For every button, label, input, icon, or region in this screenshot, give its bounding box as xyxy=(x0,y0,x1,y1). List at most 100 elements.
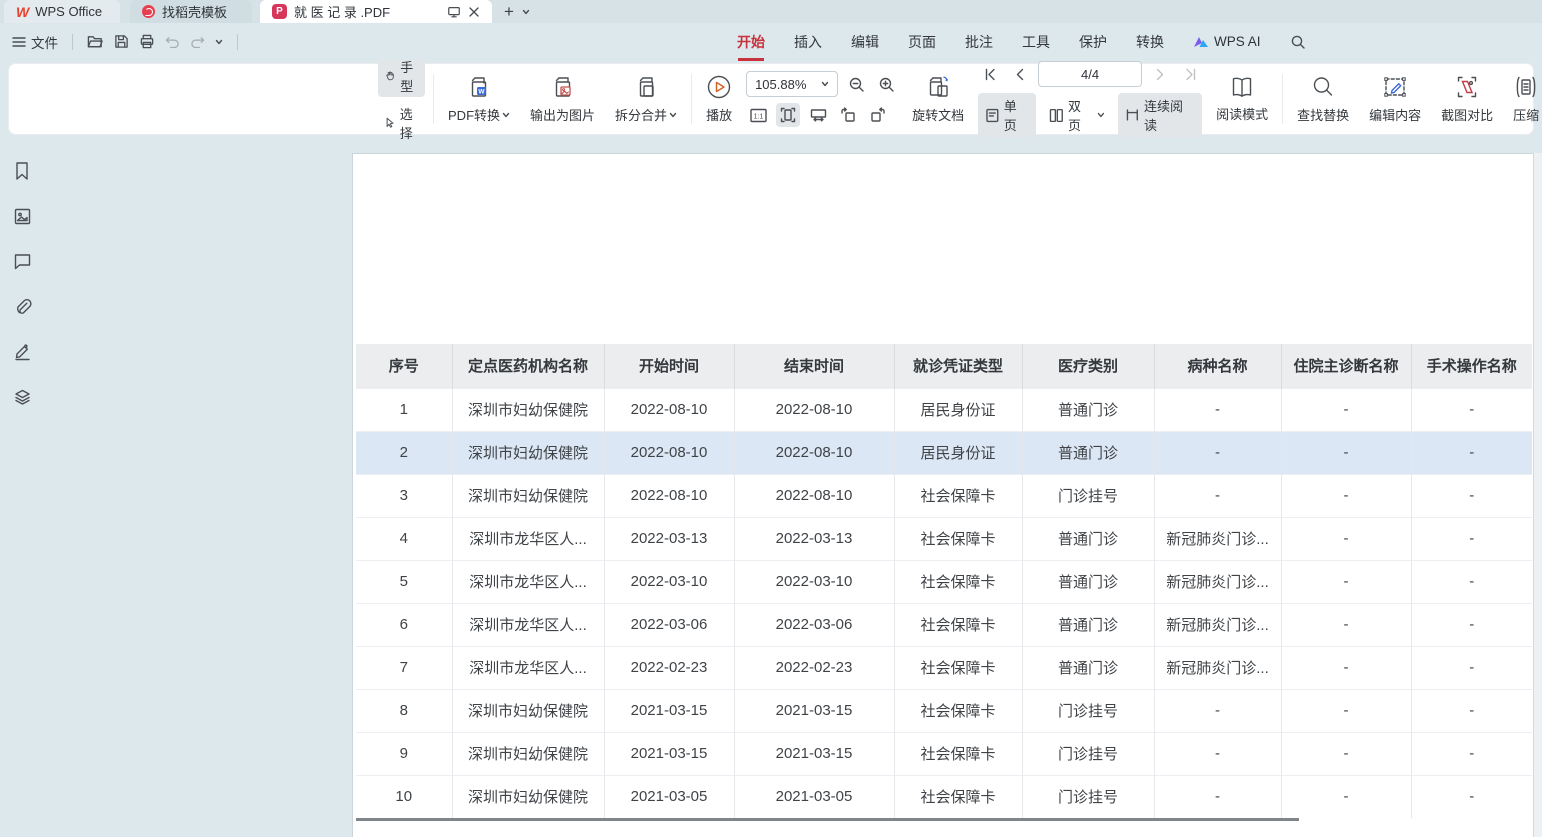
hand-icon xyxy=(385,68,395,83)
menu-bar: 文件 开始 插入 编辑 页面 批注 工具 保护 转换 WPS AI xyxy=(0,23,1542,60)
hand-tool-button[interactable]: 手型 xyxy=(378,55,425,97)
menu-item-tools[interactable]: 工具 xyxy=(1022,32,1050,52)
table-row: 5深圳市龙华区人...2022-03-102022-03-10社会保障卡普通门诊… xyxy=(356,560,1532,603)
rotate-right-button[interactable] xyxy=(866,103,890,127)
table-row: 7深圳市龙华区人...2022-02-232022-02-23社会保障卡普通门诊… xyxy=(356,646,1532,689)
tab-docer-templates[interactable]: 找稻壳模板 xyxy=(130,0,252,23)
table-cell: - xyxy=(1281,388,1411,431)
find-replace-button[interactable]: 查找替换 xyxy=(1291,70,1355,128)
table-cell: - xyxy=(1281,732,1411,775)
table-cell: 7 xyxy=(356,646,452,689)
undo-icon[interactable] xyxy=(165,35,180,48)
table-cell: 门诊挂号 xyxy=(1022,689,1154,732)
table-cell: 新冠肺炎门诊... xyxy=(1154,603,1281,646)
tab-document-pdf[interactable]: P 就 医 记 录 .PDF xyxy=(260,0,492,23)
menu-item-page[interactable]: 页面 xyxy=(908,32,936,52)
zoom-out-button[interactable] xyxy=(844,72,868,96)
table-cell: - xyxy=(1281,689,1411,732)
table-cell: 普通门诊 xyxy=(1022,603,1154,646)
table-cell: 新冠肺炎门诊... xyxy=(1154,646,1281,689)
zoom-level-select[interactable]: 105.88% xyxy=(746,71,838,97)
table-cell: 社会保障卡 xyxy=(894,646,1022,689)
menu-item-insert[interactable]: 插入 xyxy=(794,32,822,52)
menu-item-comment[interactable]: 批注 xyxy=(965,32,993,52)
table-cell: 深圳市妇幼保健院 xyxy=(452,689,604,732)
table-cell: - xyxy=(1411,560,1532,603)
bookmark-panel-button[interactable] xyxy=(9,158,35,184)
select-tool-button[interactable]: 选择 xyxy=(378,102,425,144)
menu-item-edit[interactable]: 编辑 xyxy=(851,32,879,52)
compress-button[interactable]: 压缩 xyxy=(1507,70,1542,128)
play-button[interactable]: 播放 xyxy=(700,70,738,128)
split-merge-button[interactable]: 拆分合并 xyxy=(609,70,683,128)
fit-page-icon xyxy=(780,107,796,123)
pdf-page: 序号定点医药机构名称开始时间结束时间就诊凭证类型医疗类别病种名称住院主诊断名称手… xyxy=(352,153,1533,837)
first-page-button[interactable] xyxy=(978,62,1002,86)
rotate-left-button[interactable] xyxy=(836,103,860,127)
table-cell: 2022-08-10 xyxy=(734,431,894,474)
attachment-panel-button[interactable] xyxy=(9,293,35,319)
table-cell: 5 xyxy=(356,560,452,603)
monitor-icon[interactable] xyxy=(447,5,461,19)
table-cell: 2022-08-10 xyxy=(734,388,894,431)
comment-panel-button[interactable] xyxy=(9,248,35,274)
prev-page-icon xyxy=(1015,68,1025,81)
table-cell: - xyxy=(1281,517,1411,560)
ribbon-toolbar: 手型 选择 W PDF转换 输出为图片 xyxy=(8,63,1534,135)
last-page-button[interactable] xyxy=(1178,62,1202,86)
double-page-toggle[interactable]: 双页 xyxy=(1042,93,1112,137)
prev-page-button[interactable] xyxy=(1008,62,1032,86)
tab-list-chevron-icon[interactable] xyxy=(522,8,530,16)
menu-item-home[interactable]: 开始 xyxy=(737,32,765,52)
redo-icon[interactable] xyxy=(190,35,205,48)
svg-text:1:1: 1:1 xyxy=(753,113,763,120)
quick-access-chevron-icon[interactable] xyxy=(215,38,223,46)
export-image-button[interactable]: 输出为图片 xyxy=(524,70,601,128)
column-header: 开始时间 xyxy=(604,344,734,388)
single-page-toggle[interactable]: 单页 xyxy=(978,93,1036,137)
open-file-icon[interactable] xyxy=(87,34,104,49)
rotate-document-button[interactable]: 旋转文档 xyxy=(906,70,970,128)
new-tab-button[interactable]: + xyxy=(504,2,514,22)
column-header: 序号 xyxy=(356,344,452,388)
menu-item-protect[interactable]: 保护 xyxy=(1079,32,1107,52)
table-cell: - xyxy=(1154,732,1281,775)
table-cell: - xyxy=(1411,775,1532,818)
table-cell: 2021-03-15 xyxy=(604,732,734,775)
read-mode-button[interactable]: 阅读模式 xyxy=(1210,71,1274,127)
actual-size-icon: 1:1 xyxy=(750,108,767,123)
table-cell: 2021-03-05 xyxy=(604,775,734,818)
table-cell: 3 xyxy=(356,474,452,517)
table-cell: 居民身份证 xyxy=(894,388,1022,431)
save-icon[interactable] xyxy=(114,34,129,49)
table-bottom-scrollbar[interactable] xyxy=(356,818,1299,821)
menu-item-convert[interactable]: 转换 xyxy=(1136,32,1164,52)
fit-width-button[interactable] xyxy=(806,103,830,127)
signature-panel-button[interactable] xyxy=(9,338,35,364)
table-cell: 2021-03-15 xyxy=(604,689,734,732)
screenshot-compare-button[interactable]: 截图对比 xyxy=(1435,70,1499,128)
edit-content-button[interactable]: 编辑内容 xyxy=(1363,70,1427,128)
pdf-convert-button[interactable]: W PDF转换 xyxy=(442,70,516,128)
print-icon[interactable] xyxy=(139,34,155,49)
fit-page-button[interactable] xyxy=(776,103,800,127)
search-icon[interactable] xyxy=(1290,34,1306,50)
next-page-button[interactable] xyxy=(1148,62,1172,86)
tab-wps-office[interactable]: W WPS Office xyxy=(4,0,120,23)
table-cell: - xyxy=(1154,388,1281,431)
table-cell: - xyxy=(1411,431,1532,474)
table-cell: 2021-03-15 xyxy=(734,689,894,732)
continuous-read-toggle[interactable]: 连续阅读 xyxy=(1118,93,1202,137)
file-menu-button[interactable]: 文件 xyxy=(12,32,58,52)
thumbnail-panel-button[interactable] xyxy=(9,203,35,229)
vertical-scrollbar[interactable] xyxy=(1533,153,1542,837)
table-cell: 社会保障卡 xyxy=(894,517,1022,560)
divider xyxy=(72,34,73,50)
layers-panel-button[interactable] xyxy=(9,383,35,409)
medical-records-table: 序号定点医药机构名称开始时间结束时间就诊凭证类型医疗类别病种名称住院主诊断名称手… xyxy=(356,344,1532,818)
wps-ai-button[interactable]: WPS AI xyxy=(1193,34,1261,49)
actual-size-button[interactable]: 1:1 xyxy=(746,103,770,127)
page-number-input[interactable]: 4/4 xyxy=(1038,61,1142,87)
zoom-in-button[interactable] xyxy=(874,72,898,96)
close-icon[interactable] xyxy=(468,6,480,18)
